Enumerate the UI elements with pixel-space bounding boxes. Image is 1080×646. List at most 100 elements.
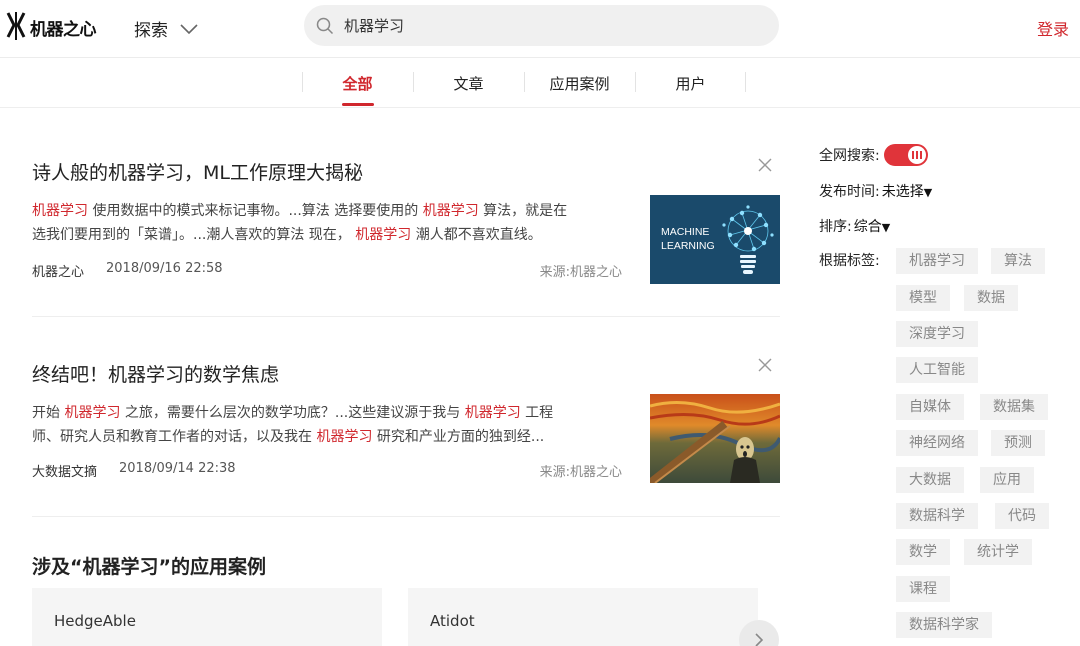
case-card[interactable]: Atidot (408, 588, 758, 646)
tab-all-label: 全部 (342, 74, 373, 93)
summary-line: 选我们要用到的「菜谱」。...潮人喜欢的算法 现在， 机器学习 潮人都不喜欢直线… (32, 223, 627, 247)
tag-chip[interactable]: 数据科学家 (896, 612, 992, 638)
tag-chip[interactable]: 预测 (991, 430, 1045, 456)
article-date: 2018/09/16 22:58 (106, 261, 223, 276)
cases-next-button[interactable] (739, 620, 779, 646)
article-item[interactable]: 终结吧！机器学习的数学焦虑 开始 机器学习 之旅，需要什么层次的数学功底？...… (32, 358, 780, 490)
search-all-row: 全网搜索: (819, 144, 928, 166)
search-all-toggle[interactable] (883, 144, 928, 166)
summary-text: 研究和产业方面的独到经... (372, 429, 545, 445)
article-divider (32, 516, 780, 517)
active-tab-indicator (342, 103, 374, 106)
tabs-divider (0, 107, 1080, 108)
login-link[interactable]: 登录 (1037, 16, 1069, 40)
article-author[interactable]: 大数据文摘 (32, 461, 97, 480)
summary-line: 开始 机器学习 之旅，需要什么层次的数学功底？...这些建议源于我与 机器学习 … (32, 401, 627, 425)
article-summary: 机器学习 使用数据中的模式来标记事物。...算法 选择要使用的 机器学习 算法，… (32, 199, 627, 247)
tag-chip[interactable]: 数据科学 (896, 503, 978, 529)
top-header: 机器之心 探索 登录 (0, 0, 1080, 58)
search-bar[interactable] (304, 5, 779, 46)
keyword-highlight: 机器学习 (422, 203, 479, 219)
tag-chip[interactable]: 神经网络 (896, 430, 978, 456)
keyword-highlight: 机器学习 (464, 405, 521, 421)
article-thumbnail[interactable] (650, 394, 780, 483)
article-item[interactable]: 诗人般的机器学习，ML工作原理大揭秘 机器学习 使用数据中的模式来标记事物。..… (32, 158, 780, 288)
chevron-down-icon (180, 23, 198, 34)
tag-chip[interactable]: 人工智能 (896, 357, 978, 383)
tab-articles-label: 文章 (453, 74, 484, 93)
sort-label: 排序: (819, 219, 852, 235)
logo-text: 机器之心 (30, 19, 97, 40)
summary-text: 潮人都不喜欢直线。 (411, 227, 542, 243)
keyword-highlight: 机器学习 (64, 405, 121, 421)
tab-users[interactable]: 用户 (635, 58, 746, 108)
tag-chip[interactable]: 课程 (896, 576, 950, 602)
summary-text: 使用数据中的模式来标记事物。...算法 选择要使用的 (88, 203, 423, 219)
tab-users-label: 用户 (675, 74, 706, 93)
summary-text: 算法，就是在 (478, 203, 568, 219)
summary-text: 师、研究人员和教育工作者的对话，以及我在 (32, 429, 317, 445)
sort-dropdown[interactable]: 综合▼ (854, 216, 890, 236)
tag-chip[interactable]: 深度学习 (896, 321, 978, 347)
article-title[interactable]: 终结吧！机器学习的数学焦虑 (32, 360, 780, 387)
publish-time-row: 发布时间: 未选择▼ (819, 181, 932, 201)
caret-down-icon: ▼ (923, 186, 933, 199)
tag-chip[interactable]: 代码 (995, 503, 1049, 529)
keyword-highlight: 机器学习 (32, 203, 88, 219)
summary-line: 师、研究人员和教育工作者的对话，以及我在 机器学习 研究和产业方面的独到经... (32, 425, 627, 449)
article-date: 2018/09/14 22:38 (119, 461, 236, 476)
article-title[interactable]: 诗人般的机器学习，ML工作原理大揭秘 (32, 158, 780, 185)
toggle-knob (907, 146, 926, 164)
tag-chip[interactable]: 机器学习 (896, 248, 978, 274)
tags-label: 根据标签: (819, 253, 880, 269)
article-author[interactable]: 机器之心 (32, 261, 84, 280)
tag-chip[interactable]: 大数据 (896, 467, 964, 493)
search-input[interactable] (344, 16, 744, 35)
tab-cases-label: 应用案例 (549, 74, 610, 93)
summary-text: 工程 (520, 405, 554, 421)
tab-cases[interactable]: 应用案例 (524, 58, 635, 108)
tab-all[interactable]: 全部 (302, 58, 413, 108)
caret-down-icon: ▼ (881, 221, 891, 234)
result-tabs: 全部 文章 应用案例 用户 (302, 58, 746, 108)
summary-line: 机器学习 使用数据中的模式来标记事物。...算法 选择要使用的 机器学习 算法，… (32, 199, 627, 223)
publish-time-value: 未选择 (881, 184, 924, 200)
article-summary: 开始 机器学习 之旅，需要什么层次的数学功底？...这些建议源于我与 机器学习 … (32, 401, 627, 449)
article-divider (32, 316, 780, 317)
the-scream-painting-image (650, 394, 780, 483)
publish-time-label: 发布时间: (819, 184, 880, 200)
article-source: 来源:机器之心 (539, 465, 622, 480)
case-card-title: HedgeAble (54, 612, 136, 630)
summary-text: 开始 (32, 405, 65, 421)
keyword-highlight: 机器学习 (316, 429, 373, 445)
tag-chip[interactable]: 算法 (991, 248, 1045, 274)
tag-chip[interactable]: 数学 (896, 539, 950, 565)
site-logo[interactable]: 机器之心 (6, 10, 97, 44)
tag-chip[interactable]: 数据 (964, 285, 1018, 311)
case-card-title: Atidot (430, 612, 475, 630)
summary-text: 之旅，需要什么层次的数学功底？...这些建议源于我与 (120, 405, 465, 421)
tags-row: 根据标签: (819, 250, 880, 270)
explore-dropdown[interactable]: 探索 (134, 16, 198, 41)
thumb-text: LEARNING (661, 240, 715, 252)
search-icon (316, 17, 334, 34)
thumb-text: MACHINE (661, 226, 709, 238)
cases-section-title: 涉及“机器学习”的应用案例 (32, 556, 266, 578)
tag-chip[interactable]: 数据集 (980, 394, 1048, 420)
tag-chip[interactable]: 统计学 (964, 539, 1032, 565)
tag-chip[interactable]: 自媒体 (896, 394, 964, 420)
sort-value: 综合 (853, 219, 882, 235)
publish-time-dropdown[interactable]: 未选择▼ (882, 181, 932, 201)
tag-chip[interactable]: 模型 (896, 285, 950, 311)
article-meta: 机器之心 2018/09/16 22:58 来源:机器之心 (32, 261, 622, 280)
keyword-highlight: 机器学习 (355, 227, 412, 243)
tag-chip[interactable]: 应用 (980, 467, 1034, 493)
logo-mark-icon (6, 12, 26, 40)
close-icon[interactable] (758, 158, 772, 172)
close-icon[interactable] (758, 358, 772, 372)
summary-text: 选我们要用到的「菜谱」。...潮人喜欢的算法 现在， (32, 227, 356, 243)
article-thumbnail[interactable]: MACHINE LEARNING (650, 195, 780, 284)
search-all-label: 全网搜索: (819, 148, 880, 164)
tab-articles[interactable]: 文章 (413, 58, 524, 108)
case-card[interactable]: HedgeAble (32, 588, 382, 646)
